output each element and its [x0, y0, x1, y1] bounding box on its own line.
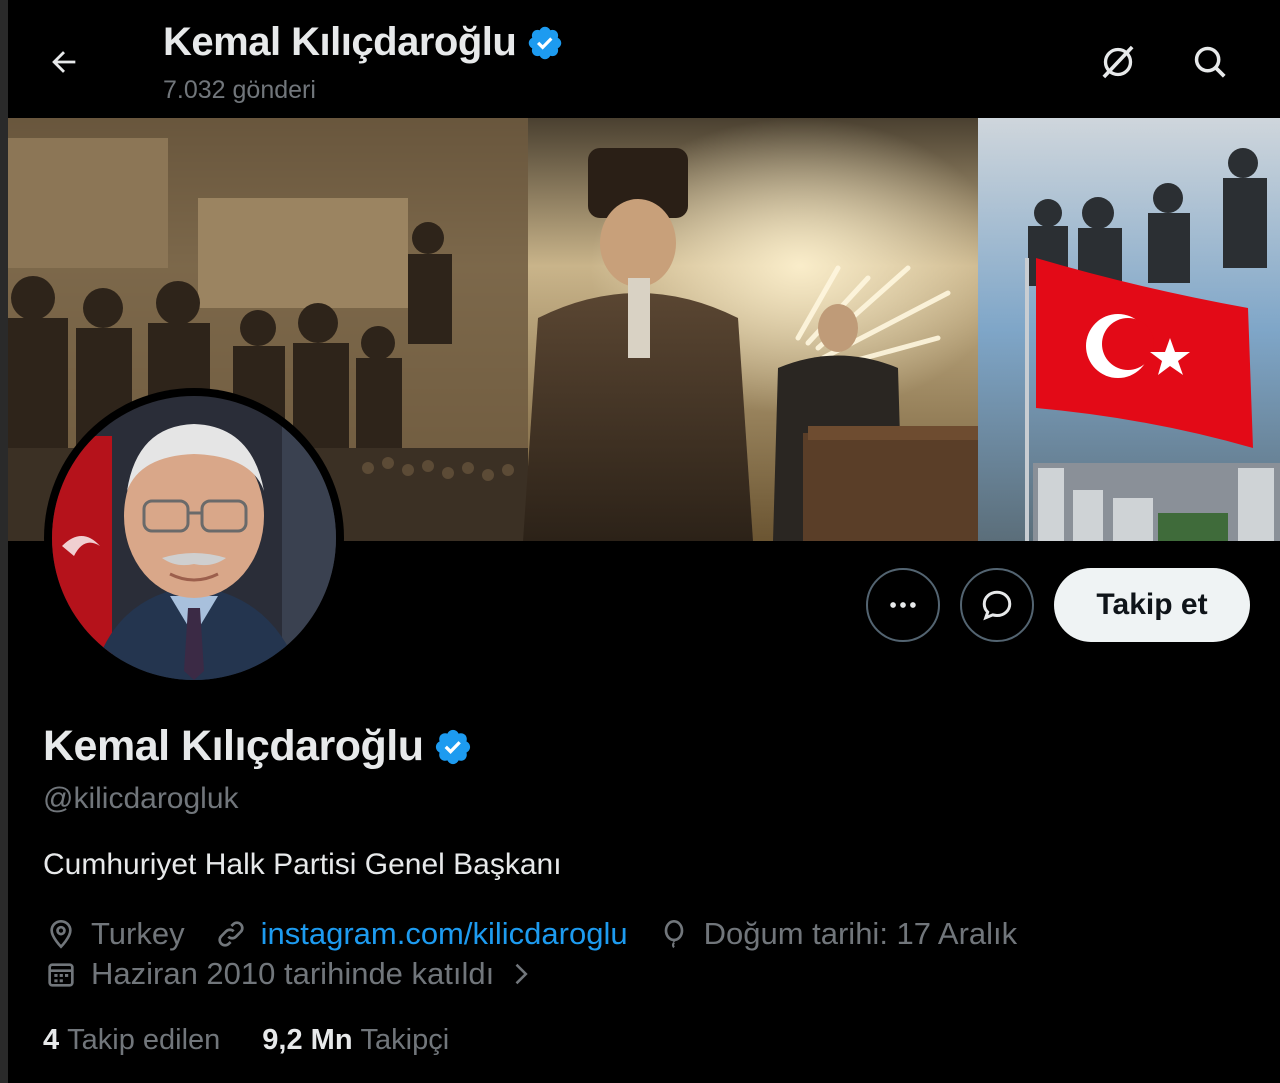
profile-bio: Cumhuriyet Halk Partisi Genel Başkanı	[43, 848, 562, 881]
avatar-frame[interactable]	[44, 388, 344, 688]
profile-name: Kemal Kılıçdaroğlu	[43, 722, 424, 770]
verified-badge-icon	[529, 26, 562, 59]
chevron-right-icon	[502, 956, 538, 992]
location-item: Turkey	[43, 916, 185, 952]
following-label: Takip edilen	[67, 1024, 221, 1056]
balloon-icon	[656, 916, 692, 952]
search-button[interactable]	[1184, 36, 1236, 88]
arrow-left-icon	[52, 51, 76, 73]
location-text: Turkey	[91, 916, 185, 951]
followers-label: Takipçi	[360, 1024, 450, 1056]
more-icon	[890, 602, 916, 608]
birthday-text: Doğum tarihi: 17 Aralık	[703, 916, 1018, 951]
avatar[interactable]	[52, 396, 336, 680]
avatar-image	[52, 396, 336, 680]
post-count: 7.032 gönderi	[163, 76, 316, 104]
verified-badge-icon[interactable]	[433, 727, 473, 767]
joined-row[interactable]: Haziran 2010 tarihinde katıldı	[43, 956, 578, 992]
grok-icon	[1102, 45, 1134, 79]
grok-button[interactable]	[1092, 36, 1144, 88]
header-title: Kemal Kılıçdaroğlu	[163, 20, 564, 65]
link-icon	[213, 916, 249, 952]
follow-button[interactable]: Takip et	[1054, 568, 1250, 642]
website-item: instagram.com/kilicdaroglu	[213, 916, 628, 952]
joined-item[interactable]: Haziran 2010 tarihinde katıldı	[43, 956, 550, 992]
search-icon	[1194, 46, 1226, 78]
message-icon	[982, 590, 1012, 621]
follow-stats: 4 Takip edilen 9,2 Mn Takipçi	[43, 1024, 491, 1057]
more-button[interactable]	[866, 568, 940, 642]
back-button[interactable]	[44, 42, 84, 82]
following-link[interactable]: 4 Takip edilen	[43, 1024, 220, 1057]
calendar-icon	[43, 956, 79, 992]
joined-text: Haziran 2010 tarihinde katıldı	[91, 956, 495, 991]
profile-handle: @kilicdarogluk	[43, 782, 239, 815]
header-name: Kemal Kılıçdaroğlu	[163, 20, 517, 64]
message-button[interactable]	[960, 568, 1034, 642]
location-pin-icon	[43, 916, 79, 952]
profile-meta-row: Turkey instagram.com/kilicdaroglu Doğum …	[43, 916, 1045, 952]
top-bar: Kemal Kılıçdaroğlu 7.032 gönderi	[8, 0, 1280, 118]
birthday-item: Doğum tarihi: 17 Aralık	[656, 916, 1018, 952]
followers-count: 9,2 Mn	[262, 1024, 353, 1056]
profile-name-row: Kemal Kılıçdaroğlu	[43, 722, 473, 771]
website-link[interactable]: instagram.com/kilicdaroglu	[261, 916, 628, 952]
followers-link[interactable]: 9,2 Mn Takipçi	[262, 1024, 449, 1057]
following-count: 4	[43, 1024, 60, 1056]
profile-page: Kemal Kılıçdaroğlu 7.032 gönderi Takip e…	[8, 0, 1280, 1083]
